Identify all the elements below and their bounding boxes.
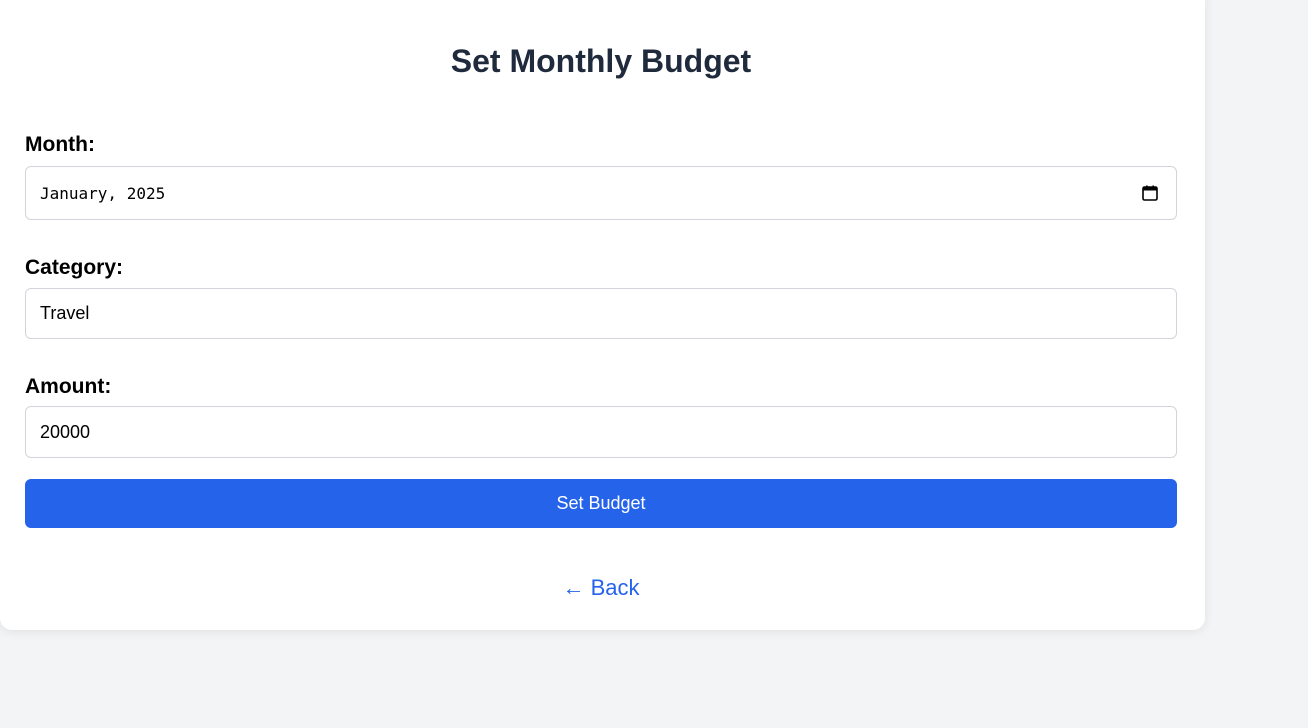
month-label: Month: [25,133,95,156]
budget-form-card: Set Monthly Budget Month: January, 2025 … [0,0,1205,630]
month-value: January, 2025 [40,183,166,203]
amount-field[interactable]: 20000 [25,406,1177,458]
category-label: Category: [25,256,124,279]
back-link[interactable]: ← Back [0,574,1202,602]
category-field[interactable]: Travel [25,288,1177,339]
category-value: Travel [40,303,90,323]
amount-value: 20000 [40,421,91,442]
calendar-icon[interactable] [1142,185,1158,201]
page-title: Set Monthly Budget [450,43,752,79]
month-field[interactable]: January, 2025 [25,166,1177,220]
set-budget-button[interactable]: Set Budget [25,479,1177,528]
amount-label: Amount: [25,375,112,398]
